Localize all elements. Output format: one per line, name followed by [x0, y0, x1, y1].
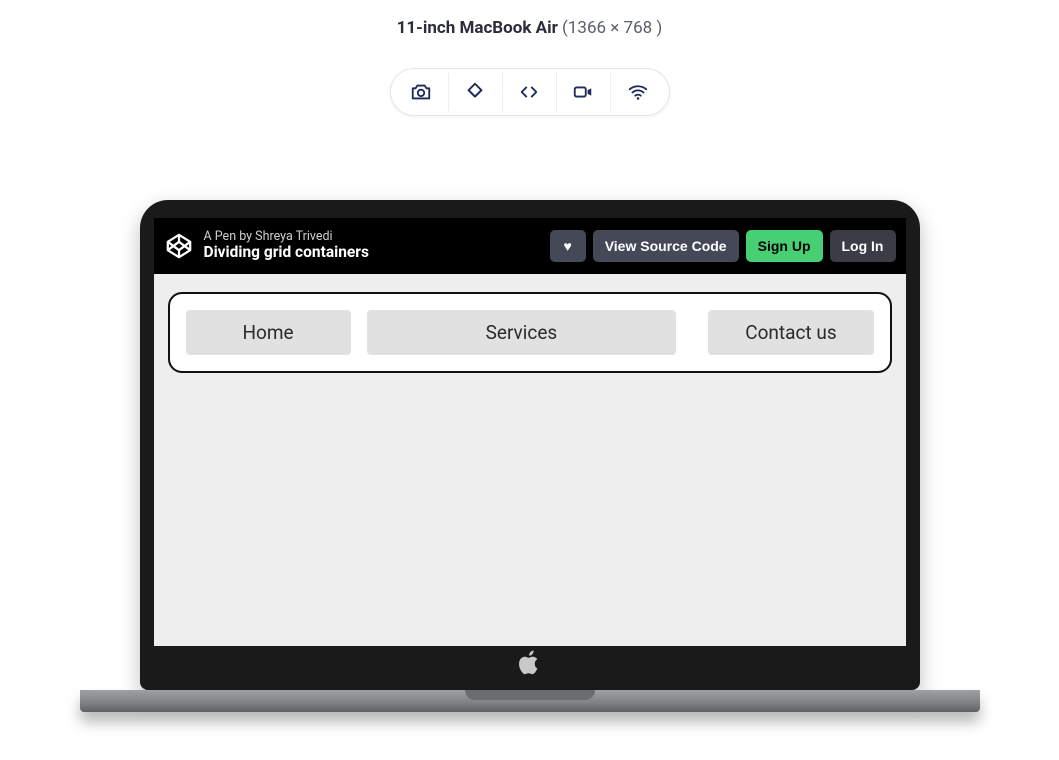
video-button[interactable]	[557, 73, 611, 111]
pen-meta: A Pen by Shreya Trivedi Dividing grid co…	[204, 230, 540, 262]
rotate-icon	[464, 81, 486, 103]
code-button[interactable]	[503, 73, 557, 111]
trackpad-notch	[465, 690, 595, 700]
code-icon	[518, 81, 540, 103]
wifi-button[interactable]	[611, 73, 665, 111]
pen-content: Home Services Contact us	[154, 274, 906, 391]
screen: A Pen by Shreya Trivedi Dividing grid co…	[154, 218, 906, 646]
pen-byline: A Pen by Shreya Trivedi	[204, 230, 540, 244]
wifi-icon	[627, 81, 649, 103]
pen-title: Dividing grid containers	[204, 244, 540, 262]
device-toolbar	[390, 68, 670, 116]
device-dimensions: (1366 × 768 )	[562, 18, 662, 38]
nav-container: Home Services Contact us	[168, 292, 892, 373]
camera-icon	[410, 81, 432, 103]
signup-button[interactable]: Sign Up	[746, 230, 823, 262]
screenshot-button[interactable]	[395, 73, 449, 111]
device-name: 11-inch MacBook Air	[397, 18, 558, 38]
view-source-button[interactable]: View Source Code	[593, 230, 739, 262]
screen-bezel: A Pen by Shreya Trivedi Dividing grid co…	[140, 200, 920, 690]
nav-home[interactable]: Home	[186, 310, 351, 355]
rotate-button[interactable]	[449, 73, 503, 111]
nav-contact[interactable]: Contact us	[708, 310, 873, 355]
pen-actions: ♥ View Source Code Sign Up Log In	[550, 230, 896, 262]
heart-icon: ♥	[564, 238, 572, 254]
pen-header: A Pen by Shreya Trivedi Dividing grid co…	[154, 218, 906, 274]
laptop-mockup: A Pen by Shreya Trivedi Dividing grid co…	[80, 200, 980, 712]
video-icon	[572, 81, 594, 103]
heart-button[interactable]: ♥	[550, 230, 586, 262]
laptop-base	[80, 690, 980, 712]
nav-services[interactable]: Services	[367, 310, 677, 355]
apple-logo-icon	[519, 650, 541, 682]
device-label: 11-inch MacBook Air (1366 × 768 )	[0, 18, 1059, 38]
codepen-logo-icon	[164, 231, 194, 261]
login-button[interactable]: Log In	[830, 230, 896, 262]
